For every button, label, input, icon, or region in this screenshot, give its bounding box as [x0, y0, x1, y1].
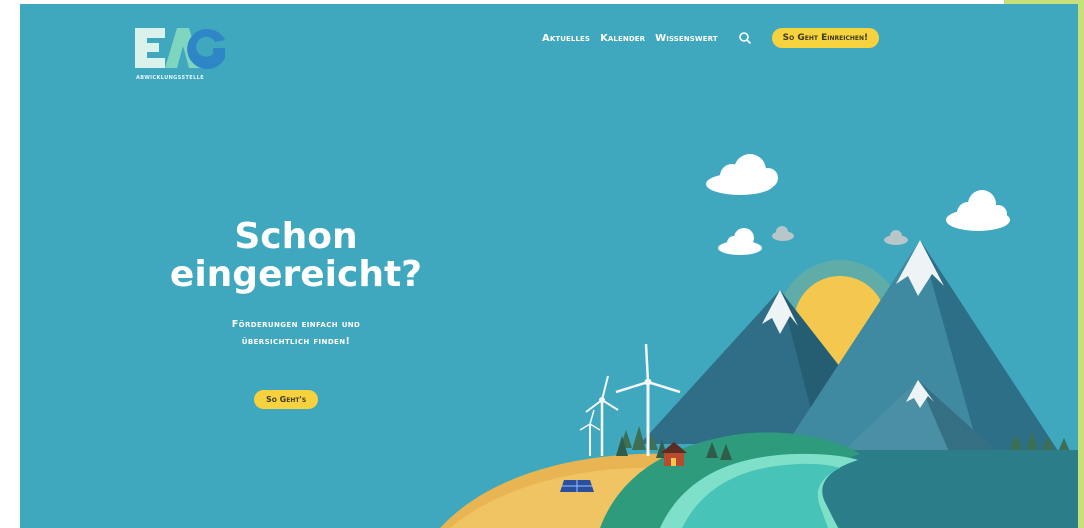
submit-cta-button[interactable]: So Geht Einreichen!	[771, 28, 880, 48]
eag-logo[interactable]	[133, 22, 243, 82]
how-it-works-button[interactable]: So Geht's	[254, 390, 319, 409]
main-navigation: Aktuelles Kalender Wissenswert So Geht E…	[542, 28, 880, 48]
hero-section: ABWICKLUNGSSTELLE Aktuelles Kalender Wis…	[20, 4, 1078, 528]
cloud-large	[706, 154, 778, 195]
screenshot-frame: ABWICKLUNGSSTELLE Aktuelles Kalender Wis…	[0, 0, 1084, 528]
house	[661, 442, 687, 466]
logo-subtitle: ABWICKLUNGSSTELLE	[136, 75, 205, 81]
cloud-tiny-grey	[772, 226, 908, 245]
nav-item-aktuelles[interactable]: Aktuelles	[542, 33, 590, 44]
hero-headline: Schon eingereicht?	[140, 218, 452, 294]
cloud-right	[946, 190, 1010, 231]
hero-headline-line2: eingereicht?	[169, 254, 423, 295]
nav-item-wissenswert[interactable]: Wissenswert	[655, 33, 718, 44]
hero-subline: Förderungen einfach und übersichtlich fi…	[166, 316, 426, 350]
nav-item-kalender[interactable]: Kalender	[600, 33, 645, 44]
wind-turbine-small	[579, 409, 601, 456]
hero-headline-line1: Schon	[234, 216, 358, 257]
hero-subline-line1: Förderungen einfach und	[231, 319, 361, 330]
solar-panel	[560, 480, 594, 492]
search-icon[interactable]	[738, 31, 752, 45]
cloud-small	[718, 228, 762, 255]
logo-letters-icon	[135, 28, 225, 69]
hero-subline-line2: übersichtlich finden!	[241, 336, 351, 347]
